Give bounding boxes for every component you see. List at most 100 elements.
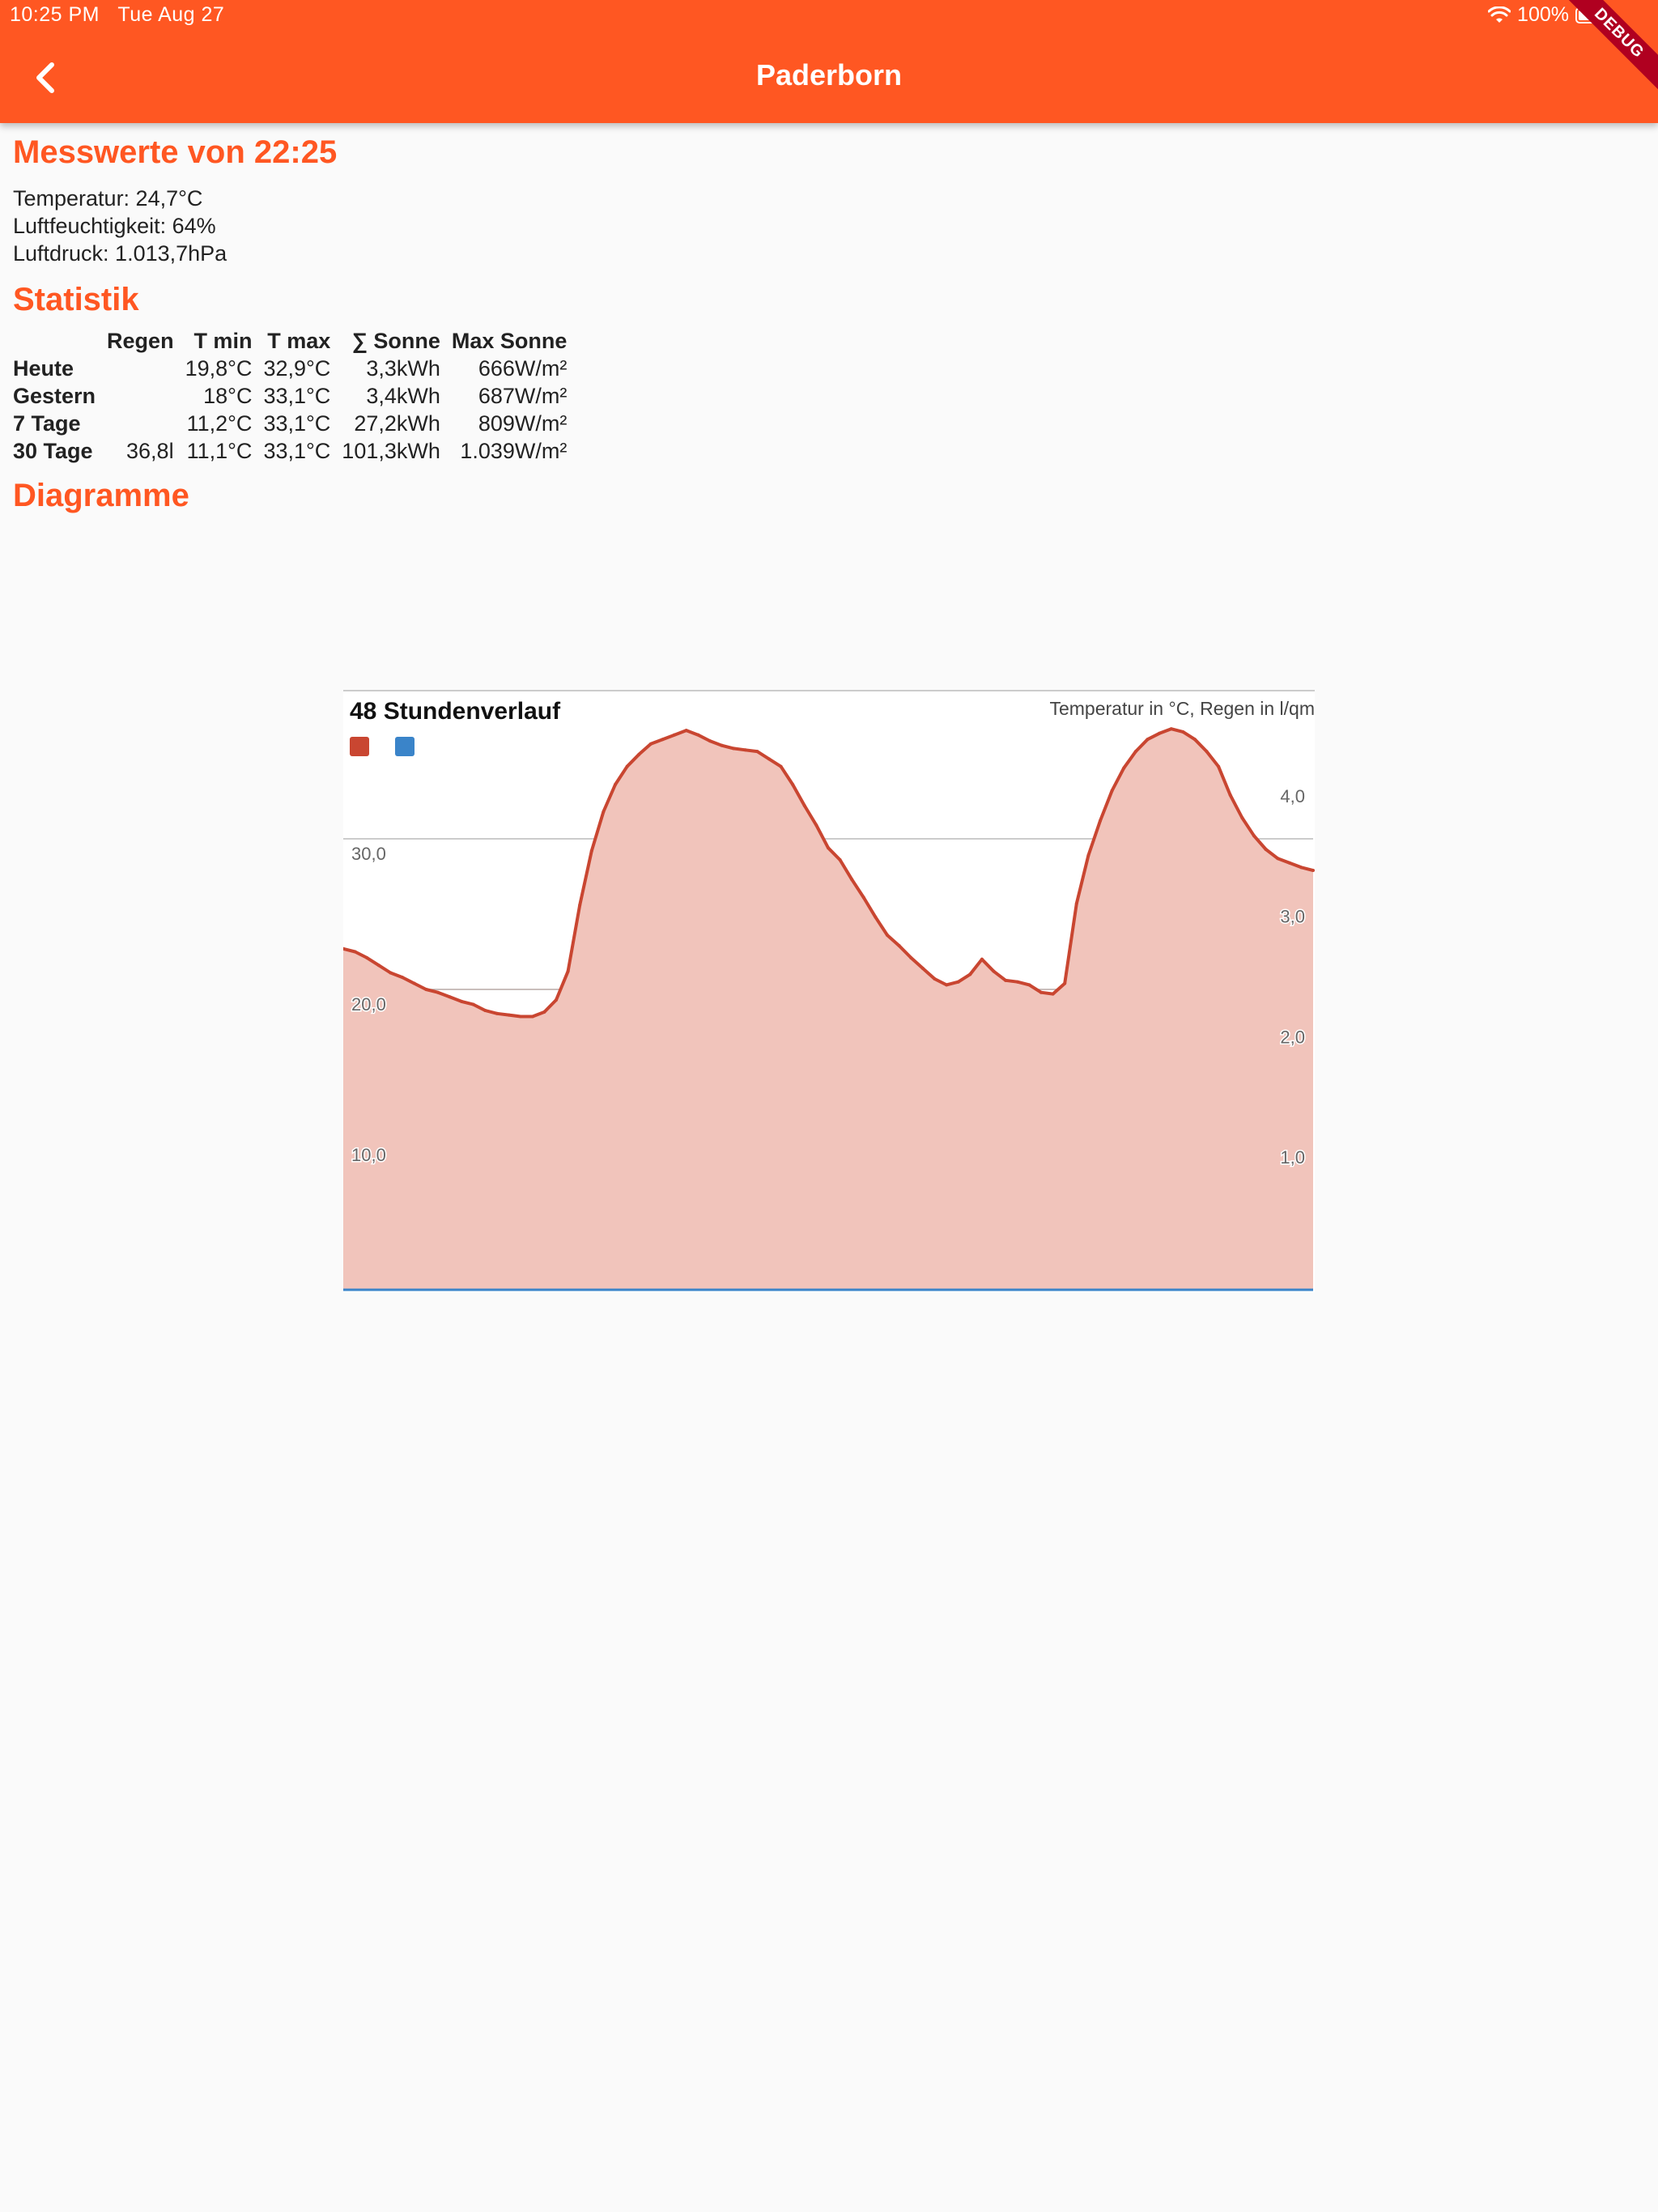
temperature-point: [661, 738, 665, 742]
y-right-tick-label: 2,0: [1280, 1027, 1305, 1047]
chart-title: 48 Stundenverlauf: [350, 698, 561, 725]
temperature-point: [436, 990, 440, 994]
temperature-point: [696, 733, 700, 737]
table-cell: 19,8°C: [185, 356, 253, 381]
temperature-point: [980, 957, 984, 961]
status-date: Tue Aug 27: [117, 3, 225, 26]
table-cell: 687W/m²: [478, 384, 568, 408]
temperature-point: [1276, 857, 1280, 861]
temperature-point: [448, 995, 452, 999]
table-cell: 18°C: [203, 384, 253, 408]
temperature-point: [1240, 815, 1244, 819]
temperature-point: [755, 750, 759, 754]
table-header-row: Regen T min T max ∑ Sonne Max Sonne: [10, 327, 572, 355]
temperature-point: [1158, 731, 1162, 735]
table-row: 7 Tage 11,2°C 33,1°C 27,2kWh 809W/m²: [10, 410, 572, 437]
temperature-point: [1217, 764, 1221, 768]
temperature-point: [673, 733, 677, 737]
temperature-point: [1110, 789, 1114, 793]
temperature-point: [791, 783, 795, 787]
temperature-point: [1027, 983, 1031, 987]
row-label: 30 Tage: [13, 439, 93, 463]
temperature-point: [767, 757, 771, 761]
temperature-point: [401, 976, 405, 980]
temperature-point: [850, 878, 854, 882]
chart-subtitle: Temperatur in °C, Regen in l/qm: [1049, 698, 1315, 719]
temperature-rain-chart[interactable]: 30,0 20,0 10,0 4,0 3,0 2,0 1,0 48 Stundenverla…: [343, 690, 1315, 1292]
table-cell: 33,1°C: [263, 384, 331, 408]
temperature-point: [897, 944, 901, 948]
temperature-point: [495, 1011, 499, 1015]
temperature-point: [1086, 853, 1090, 857]
temperature-point: [376, 963, 380, 968]
temperature-point: [992, 969, 996, 973]
temperature-point: [838, 858, 842, 862]
statistics-table: Regen T min T max ∑ Sonne Max Sonne Heut…: [10, 327, 572, 465]
temperature-point: [1004, 978, 1008, 982]
temperature-point: [1205, 750, 1209, 754]
temperature-point: [1299, 866, 1303, 870]
row-label: Heute: [13, 356, 74, 381]
temperature-point: [648, 742, 653, 746]
table-row: 30 Tage 36,8l 11,1°C 33,1°C 101,3kWh 1.0…: [10, 437, 572, 465]
table-cell: 32,9°C: [263, 356, 331, 381]
table-row: Gestern 18°C 33,1°C 3,4kWh 687W/m²: [10, 382, 572, 410]
temperature-point: [1287, 861, 1291, 865]
status-bar: 10:25 PM Tue Aug 27 100%: [0, 0, 1658, 32]
y-right-tick-label: 3,0: [1280, 907, 1305, 927]
statistics-heading: Statistik: [13, 282, 139, 317]
temperature-point: [637, 752, 641, 756]
table-cell: 3,3kWh: [366, 356, 440, 381]
temperature-point: [614, 783, 618, 787]
temperature-point: [353, 950, 357, 954]
temperature-point: [483, 1009, 487, 1013]
temperature-point: [471, 1002, 475, 1006]
temperature-point: [732, 747, 736, 751]
column-header: [10, 327, 101, 355]
y-left-tick-label: 10,0: [351, 1145, 386, 1165]
y-left-tick-label: 20,0: [351, 994, 386, 1015]
temperature-point: [578, 903, 582, 907]
temperature-point: [827, 846, 830, 850]
y-left-tick-label: 30,0: [351, 844, 386, 864]
table-cell: 3,4kWh: [366, 384, 440, 408]
row-label: 7 Tage: [13, 411, 81, 436]
temperature-point: [1099, 819, 1103, 823]
table-cell: 33,1°C: [263, 439, 331, 463]
temperature-point: [874, 915, 878, 919]
temperature-point: [1074, 901, 1078, 905]
temperature-point: [365, 955, 369, 959]
measurement-heading: Messwerte von 22:25: [13, 134, 338, 170]
temperature-point: [933, 976, 937, 981]
temperature-point: [1252, 834, 1256, 838]
temperature-point: [1063, 981, 1067, 985]
chart-canvas: 30,0 20,0 10,0 4,0 3,0 2,0 1,0: [343, 690, 1315, 1292]
debug-banner: DEBUG: [1561, 0, 1658, 97]
temperature-point: [779, 764, 783, 768]
temperature-point: [861, 895, 865, 900]
temperature-point: [424, 988, 428, 991]
row-label: Gestern: [13, 384, 96, 408]
table-cell: 11,2°C: [186, 411, 253, 436]
temperature-point: [1051, 992, 1055, 996]
temperature-point: [1169, 727, 1173, 731]
chart-legend: [350, 737, 414, 756]
wifi-icon: [1488, 6, 1511, 23]
table-cell: 27,2kWh: [354, 411, 440, 436]
legend-swatch-rain[interactable]: [395, 737, 414, 756]
temperature-point: [1146, 738, 1150, 742]
temperature-point: [530, 1015, 534, 1019]
temperature-point: [1133, 750, 1137, 754]
temperature-point: [554, 998, 558, 1002]
temperature-point: [1192, 738, 1197, 742]
temperature-point: [708, 739, 712, 743]
temperature-point: [519, 1015, 523, 1019]
pressure-value: Luftdruck: 1.013,7hPa: [13, 241, 227, 266]
diagrams-heading: Diagramme: [13, 478, 189, 513]
column-header: T min: [193, 329, 253, 353]
table-cell: 36,8l: [126, 439, 174, 463]
temperature-point: [886, 934, 890, 938]
temperature-point: [720, 743, 724, 747]
y-right-tick-label: 1,0: [1280, 1147, 1305, 1168]
legend-swatch-temperature[interactable]: [350, 737, 369, 756]
